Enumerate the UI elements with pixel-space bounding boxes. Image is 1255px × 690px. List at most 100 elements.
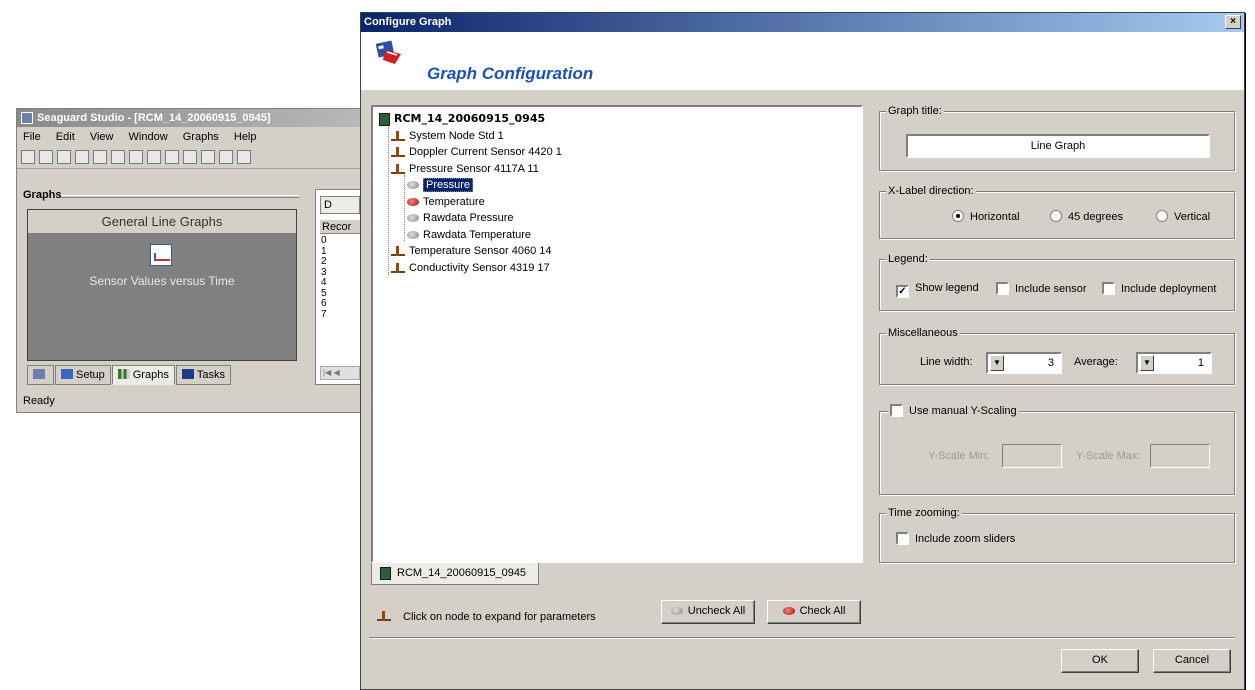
tree-param-pressure[interactable]: Pressure [379, 177, 562, 194]
tab-tasks-label: Tasks [196, 369, 225, 381]
graphs-list-header[interactable]: General Line Graphs [28, 210, 296, 234]
records-panel: D Recor 0 1 2 3 4 5 6 7 |◀ ◀ [315, 189, 362, 385]
records-button[interactable]: D [320, 196, 360, 214]
open-folder-icon[interactable] [57, 150, 71, 164]
include-deployment-checkbox[interactable]: Include deployment [1102, 282, 1216, 295]
tab-tasks[interactable]: Tasks [175, 365, 231, 385]
save-icon[interactable] [75, 150, 89, 164]
tree-param-rawdata-temperature[interactable]: Rawdata Temperature [379, 227, 562, 244]
line-width-value: 3 [1047, 357, 1054, 369]
dropdown-arrow-icon[interactable]: ▼ [1140, 355, 1154, 371]
app-icon [21, 112, 33, 125]
tab-home[interactable] [27, 365, 54, 385]
tree-param-label: Rawdata Temperature [423, 228, 532, 241]
parameter-unchecked-icon [670, 607, 683, 616]
parameter-unchecked-icon[interactable] [407, 230, 419, 239]
manual-y-scaling-label: Use manual Y-Scaling [909, 405, 1017, 417]
table-icon[interactable] [183, 150, 197, 164]
parameter-checked-icon[interactable] [407, 197, 419, 206]
print-icon[interactable] [93, 150, 107, 164]
show-legend-checkbox[interactable]: ✓ Show legend [896, 282, 979, 298]
ok-button[interactable]: OK [1061, 649, 1139, 673]
graph-item-label[interactable]: Sensor Values versus Time [28, 274, 296, 288]
graph-icon[interactable] [201, 150, 215, 164]
tree-root[interactable]: RCM_14_20060915_0945 [379, 111, 562, 128]
tab-graphs[interactable]: Graphs [111, 365, 175, 385]
tab-setup[interactable]: Setup [55, 365, 111, 385]
tab-setup-label: Setup [76, 369, 105, 381]
records-list: 0 1 2 3 4 5 6 7 [321, 235, 327, 321]
close-button[interactable]: × [1225, 15, 1241, 29]
tree-root-label: RCM_14_20060915_0945 [394, 112, 546, 125]
radio-45-degrees-label: 45 degrees [1068, 211, 1124, 223]
tab-deployment[interactable]: RCM_14_20060915_0945 [371, 563, 539, 585]
line-width-field[interactable]: ▼ 3 [986, 352, 1062, 374]
tree-param-rawdata-pressure[interactable]: Rawdata Pressure [379, 210, 562, 227]
legend-group: Legend: ✓ Show legend Include sensor Incl… [879, 252, 1235, 311]
export-icon[interactable] [147, 150, 161, 164]
new-icon[interactable] [21, 150, 35, 164]
menu-view[interactable]: View [90, 131, 114, 143]
bottom-tabs: Setup Graphs Tasks [27, 365, 232, 385]
tree-node-doppler-sensor[interactable]: Doppler Current Sensor 4420 1 [379, 144, 562, 161]
record-row[interactable]: 2 [321, 256, 327, 268]
database-icon [379, 112, 390, 126]
menu-bar: File Edit View Window Graphs Help [17, 127, 360, 147]
uncheck-all-button[interactable]: Uncheck All [661, 600, 755, 624]
menu-edit[interactable]: Edit [56, 131, 75, 143]
parameter-unchecked-icon[interactable] [407, 214, 419, 223]
background-app-window: Seaguard Studio - [RCM_14_20060915_0945]… [16, 108, 362, 413]
y-scaling-group: Use manual Y-Scaling Y-Scale Min: Y-Scal… [879, 404, 1235, 495]
tree-node-temperature-sensor[interactable]: Temperature Sensor 4060 14 [379, 243, 562, 260]
menu-window[interactable]: Window [129, 131, 168, 143]
menu-file[interactable]: File [23, 131, 41, 143]
graphs-panel-title: Graphs [23, 189, 62, 201]
tree-node-conductivity-sensor[interactable]: Conductivity Sensor 4319 17 [379, 260, 562, 277]
miscellaneous-group: Miscellaneous Line width: ▼ 3 Average: ▼ 1 [879, 326, 1235, 385]
copy-icon[interactable] [129, 150, 143, 164]
tree-param-temperature[interactable]: Temperature [379, 194, 562, 211]
include-zoom-sliders-checkbox[interactable]: Include zoom sliders [896, 532, 1015, 545]
record-row[interactable]: 6 [321, 298, 327, 310]
tree-param-label-selected: Pressure [423, 178, 474, 192]
radio-vertical[interactable]: Vertical [1156, 210, 1210, 223]
database-icon [380, 566, 391, 580]
average-field[interactable]: ▼ 1 [1136, 352, 1212, 374]
dialog-header-title: Graph Configuration [427, 64, 594, 83]
radio-45-degrees[interactable]: 45 degrees [1050, 210, 1123, 223]
open-icon[interactable] [39, 150, 53, 164]
record-navigation[interactable]: |◀ ◀ [320, 366, 360, 380]
chart-icon[interactable] [219, 150, 233, 164]
records-column-header[interactable]: Recor [320, 220, 360, 234]
record-row[interactable]: 7 [321, 309, 327, 321]
average-value: 1 [1197, 357, 1204, 369]
sensor-icon [377, 611, 391, 621]
menu-graphs[interactable]: Graphs [183, 131, 219, 143]
back-icon[interactable] [237, 150, 251, 164]
parameter-unchecked-icon[interactable] [407, 181, 419, 190]
tab-graphs-label: Graphs [132, 369, 169, 381]
sensor-icon [391, 163, 405, 174]
graph-title-input[interactable]: Line Graph [906, 134, 1210, 158]
menu-help[interactable]: Help [234, 131, 257, 143]
manual-y-scaling-checkbox[interactable]: Use manual Y-Scaling [888, 404, 1019, 418]
tree-param-label: Temperature [423, 195, 485, 208]
graph-title-label: Graph title: [886, 104, 944, 118]
tree-node-label: Pressure Sensor 4117A 11 [409, 162, 539, 175]
radio-vertical-label: Vertical [1174, 211, 1211, 223]
record-row[interactable]: 0 [321, 235, 327, 247]
cancel-button[interactable]: Cancel [1153, 649, 1231, 673]
dropdown-arrow-icon[interactable]: ▼ [990, 355, 1004, 371]
parameter-checked-icon [782, 607, 795, 616]
check-all-button[interactable]: Check All [767, 600, 861, 624]
line-graph-icon[interactable] [150, 244, 172, 266]
print-preview-icon[interactable] [111, 150, 125, 164]
record-row[interactable]: 4 [321, 277, 327, 289]
import-icon[interactable] [165, 150, 179, 164]
radio-horizontal[interactable]: Horizontal [952, 210, 1020, 223]
tree-node-pressure-sensor[interactable]: Pressure Sensor 4117A 11 [379, 161, 562, 178]
sensor-tree-panel: RCM_14_20060915_0945 System Node Std 1 D… [371, 105, 863, 563]
sensor-icon [391, 147, 405, 158]
include-sensor-checkbox[interactable]: Include sensor [996, 282, 1087, 295]
tree-node-system-node[interactable]: System Node Std 1 [379, 128, 562, 145]
